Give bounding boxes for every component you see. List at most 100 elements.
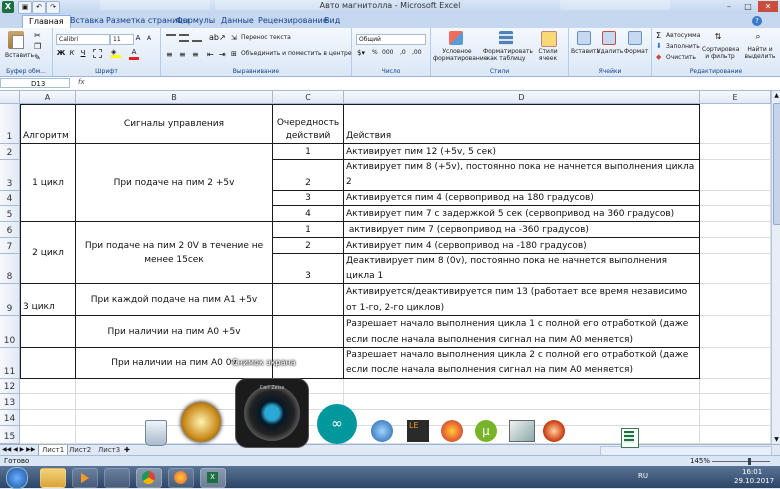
delete-cells-icon[interactable] [602,31,616,45]
column-header-e[interactable]: E [700,91,771,104]
cell[interactable] [700,191,771,206]
decimal-decrease-icon[interactable]: ,00 [412,49,422,56]
utorrent-icon[interactable]: µ [475,420,497,442]
le-app-icon[interactable]: LE [407,420,429,442]
decimal-increase-icon[interactable]: ,0 [400,49,406,56]
number-format-select[interactable]: Общий [356,34,426,45]
cell-b6-signal2[interactable]: При подаче на пим 2 0V в течение не мене… [76,222,273,284]
cell[interactable] [700,316,771,348]
cell-c2[interactable]: 1 [273,144,344,160]
row-header[interactable]: 11 [0,348,20,379]
scroll-down-icon[interactable]: ▼ [772,435,780,444]
clear-button[interactable]: Очистить [666,54,696,61]
font-color-button[interactable]: A [129,48,139,60]
cell-c7[interactable]: 2 [273,238,344,254]
underline-button[interactable]: Ч [78,49,88,58]
cell-c3[interactable]: 2 [273,160,344,191]
cell-d9[interactable]: Активируется/деактивируется пим 13 (рабо… [344,284,700,316]
find-select-icon[interactable]: ⌕ [752,31,764,43]
cell[interactable] [700,254,771,284]
tray-date[interactable]: 29.10.2017 [734,477,774,485]
cell[interactable] [700,348,771,379]
row-header[interactable]: 13 [0,394,20,410]
autosum-button[interactable]: Автосумма [666,32,700,39]
minimize-button[interactable]: – [720,1,738,12]
cell[interactable] [20,410,76,426]
excel-taskbar-icon[interactable]: X [200,468,226,488]
media-player-taskbar-icon[interactable] [72,468,98,488]
maximize-button[interactable]: □ [739,1,757,12]
cell-d7[interactable]: Активирует пим 4 (сервопривод на -180 гр… [344,238,700,254]
cell[interactable] [700,238,771,254]
fill-icon[interactable]: ⬇ [656,42,662,50]
insert-cells-icon[interactable] [577,31,591,45]
row-header[interactable]: 14 [0,410,20,426]
cell-d4[interactable]: Активируется пим 4 (сервопривод на 180 г… [344,191,700,206]
align-left-icon[interactable]: ≡ [166,50,173,59]
cell-c8[interactable]: 3 [273,254,344,284]
cell[interactable] [700,284,771,316]
align-center-icon[interactable]: ≡ [179,50,186,59]
cell[interactable] [700,206,771,222]
zoom-slider-thumb[interactable] [748,458,751,465]
bold-button[interactable]: Ж [56,49,66,58]
insert-sheet-icon[interactable]: ✚ [124,445,130,455]
orientation-icon[interactable]: ab↗ [209,33,226,42]
cell[interactable] [700,144,771,160]
row-header[interactable]: 6 [0,222,20,238]
excel-dock-icon[interactable] [621,428,639,448]
row-header[interactable]: 1 [0,104,20,144]
cell-b9-signal3[interactable]: При каждой подаче на пим А1 +5v [76,284,273,316]
wrap-text-icon[interactable]: ⇲ [231,34,237,42]
find-select-button[interactable]: Найти и выделить [742,46,778,60]
cell-a6-cycle2[interactable]: 2 цикл [20,222,76,284]
font-size-select[interactable]: 11 [110,34,134,45]
format-painter-icon[interactable]: ✎ [34,53,41,62]
align-middle-icon[interactable] [179,34,189,42]
folder-taskbar-icon[interactable] [104,468,130,488]
camera-lens-icon[interactable]: Carl Zeiss [235,378,309,448]
tray-time[interactable]: 16:01 [742,468,762,476]
currency-icon[interactable]: $▾ [357,49,365,57]
cell[interactable] [20,379,76,394]
sheet-tab-3[interactable]: Лист3 [95,445,123,455]
cell[interactable] [20,394,76,410]
cell-b10[interactable]: При наличии на пим А0 +5v [76,316,273,348]
sheet-tab-2[interactable]: Лист2 [66,445,94,455]
row-header[interactable]: 9 [0,284,20,316]
column-header-d[interactable]: D [344,91,700,104]
thousands-button[interactable]: 000 [382,49,393,56]
paste-button[interactable]: Вставить [5,52,34,59]
row-header[interactable]: 3 [0,160,20,191]
select-all-corner[interactable] [0,91,20,104]
row-header[interactable]: 15 [0,426,20,444]
photo-viewer-icon[interactable] [509,420,535,442]
sort-filter-icon[interactable]: ⇅ [712,31,724,43]
autosum-icon[interactable]: Σ [656,31,661,40]
insert-cells-button[interactable]: Вставить [571,48,600,55]
firefox-taskbar-icon[interactable] [168,468,194,488]
firefox-dock-icon[interactable] [441,420,463,442]
font-name-select[interactable]: Calibri [56,34,110,45]
close-button[interactable]: ✕ [758,1,778,12]
cell-c6[interactable]: 1 [273,222,344,238]
format-as-table-button[interactable]: Форматировать как таблицу [483,48,533,62]
column-header-a[interactable]: A [20,91,76,104]
column-header-b[interactable]: B [76,91,273,104]
chrome-taskbar-icon[interactable] [136,468,162,488]
cell-styles-icon[interactable] [541,31,557,47]
help-icon[interactable]: ? [752,16,762,26]
cell-b1[interactable]: Сигналы управления [76,104,273,144]
cell-d6[interactable]: активирует пим 7 (сервопривод на -360 гр… [344,222,700,238]
cell[interactable] [700,410,771,426]
recycle-bin-icon[interactable] [145,420,167,446]
clear-icon[interactable]: ◆ [656,53,661,61]
fill-color-icon[interactable]: ◈ [111,49,121,58]
row-header[interactable]: 8 [0,254,20,284]
cell-d5[interactable]: Активирует пим 7 с задержкой 5 сек (серв… [344,206,700,222]
cell-b2-signal1[interactable]: При подаче на пим 2 +5v [76,144,273,222]
paste-icon[interactable] [8,31,24,49]
sort-filter-button[interactable]: Сортировка и фильтр [702,46,739,60]
formula-input[interactable] [92,78,772,88]
scroll-up-icon[interactable]: ▲ [772,91,780,100]
